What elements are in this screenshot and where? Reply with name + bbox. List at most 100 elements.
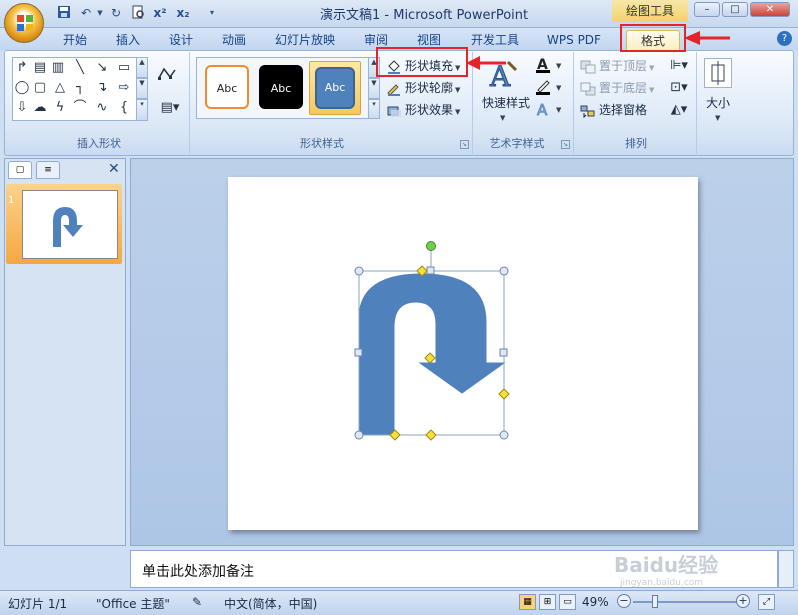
shape-vertical-textbox-icon[interactable]: ▥	[50, 60, 66, 76]
tab-developer[interactable]: 开发工具	[464, 30, 526, 50]
theme-name[interactable]: "Office 主题"	[96, 595, 170, 612]
shape-outline-button[interactable]: 形状轮廓 ▼	[386, 79, 460, 97]
style-orange-outline[interactable]: Abc	[205, 65, 249, 109]
slide[interactable]	[228, 177, 698, 530]
save-icon[interactable]	[56, 5, 72, 21]
shape-cloud-icon[interactable]: ☁	[32, 100, 48, 116]
selection-pane-label: 选择窗格	[599, 103, 648, 117]
shape-style-gallery[interactable]: Abc Abc Abc	[196, 57, 380, 119]
shape-effects-label: 形状效果	[405, 103, 454, 117]
tab-home[interactable]: 开始	[55, 30, 95, 50]
shape-arrow-line-icon[interactable]: ↘	[94, 60, 110, 76]
uturn-arrow-shape[interactable]	[228, 177, 698, 530]
slide-sorter-button[interactable]: ⊞	[539, 594, 556, 610]
tab-wps-pdf[interactable]: WPS PDF	[540, 30, 608, 50]
notes-scrollbar[interactable]	[778, 550, 794, 588]
shape-right-arrow-icon[interactable]: ⇨	[116, 80, 132, 96]
office-logo-icon	[17, 15, 33, 31]
text-effects-icon[interactable]: A ▼	[536, 100, 566, 120]
edit-shape-icon[interactable]	[156, 66, 178, 82]
tab-design[interactable]: 设计	[161, 30, 201, 50]
shape-triangle-icon[interactable]: △	[52, 80, 68, 96]
fit-to-window-icon[interactable]: ⤢	[758, 594, 775, 610]
outline-tab[interactable]: ≡	[36, 161, 60, 179]
minimize-button[interactable]: –	[694, 2, 720, 17]
style-blue-fill: Abc	[315, 67, 355, 109]
wordart-quick-styles-label[interactable]: 快速样式	[482, 94, 530, 112]
shape-curved-arrow-icon[interactable]: ↱	[14, 60, 30, 76]
tab-insert[interactable]: 插入	[108, 30, 148, 50]
language-indicator[interactable]: 中文(简体，中国)	[224, 595, 317, 612]
shapes-more[interactable]: ▾	[136, 99, 148, 121]
bring-to-front-button[interactable]: 置于顶层 ▼	[580, 57, 654, 75]
subscript-icon[interactable]: x₂	[175, 5, 191, 21]
style-blue-selected[interactable]: Abc	[309, 61, 361, 115]
shape-down-arrow-icon[interactable]: ⇩	[14, 100, 30, 116]
svg-text:jingyan.baidu.com: jingyan.baidu.com	[619, 578, 703, 588]
textbox-dropdown-icon[interactable]: ▤▾	[156, 100, 184, 116]
group-label-shape-styles: 形状样式	[300, 137, 344, 150]
text-outline-icon[interactable]: ▼	[536, 78, 566, 96]
wordart-launcher[interactable]: ↘	[561, 140, 570, 149]
close-button[interactable]: ✕	[750, 2, 790, 17]
spellcheck-icon[interactable]: ✎	[192, 595, 202, 609]
size-label[interactable]: 大小	[706, 94, 730, 112]
zoom-level[interactable]: 49%	[582, 595, 609, 609]
text-fill-icon[interactable]: A ▼	[536, 56, 566, 74]
shape-oval-icon[interactable]: ◯	[14, 80, 30, 96]
size-dropdown-icon[interactable]: ▼	[715, 114, 720, 122]
zoom-slider-thumb[interactable]	[652, 595, 658, 608]
annotation-box-format-tab	[620, 24, 686, 52]
shape-elbow-arrow-icon[interactable]: ↴	[94, 80, 110, 96]
align-icon[interactable]: ⊫▾	[666, 58, 692, 74]
style-black-fill[interactable]: Abc	[259, 65, 303, 109]
selection-pane-icon	[580, 105, 595, 118]
annotation-box-shape-fill	[376, 47, 468, 77]
office-button[interactable]	[4, 3, 44, 43]
style-scroll-down[interactable]: ▼	[368, 78, 380, 99]
notes-placeholder: 单击此处添加备注	[142, 564, 254, 580]
style-more[interactable]: ▾	[368, 99, 380, 119]
shape-textbox-icon[interactable]: ▤	[32, 60, 48, 76]
quick-styles-dropdown-icon[interactable]: ▼	[500, 114, 505, 122]
tab-slideshow[interactable]: 幻灯片放映	[270, 30, 340, 50]
redo-icon[interactable]: ↻	[108, 5, 124, 21]
send-to-back-button[interactable]: 置于底层 ▼	[580, 79, 654, 97]
slides-tab[interactable]: ▢	[8, 161, 32, 179]
zoom-in-button[interactable]: +	[736, 594, 750, 608]
shapes-scroll-up[interactable]: ▲	[136, 57, 148, 78]
print-preview-icon[interactable]	[130, 5, 146, 21]
shape-arc-icon[interactable]: ⌒	[72, 100, 88, 116]
shape-brace-icon[interactable]: {	[116, 100, 132, 116]
group-label-wordart: 艺术字样式	[489, 137, 545, 150]
slideshow-button[interactable]: ▭	[559, 594, 576, 610]
shape-elbow-connector-icon[interactable]: ┐	[72, 80, 88, 96]
shape-lightning-icon[interactable]: ϟ	[52, 100, 68, 116]
shape-rounded-rect-icon[interactable]: ▢	[32, 80, 48, 96]
slide-thumbnail[interactable]	[22, 190, 118, 259]
maximize-button[interactable]: □	[722, 2, 748, 17]
undo-dropdown-icon[interactable]: ▼	[92, 5, 108, 21]
shape-rectangle-icon[interactable]: ▭	[116, 60, 132, 76]
shape-effects-button[interactable]: 形状效果 ▼	[386, 101, 460, 119]
send-to-back-icon	[580, 82, 596, 95]
customize-icon[interactable]: ▾	[204, 5, 220, 21]
size-icon[interactable]	[704, 58, 732, 88]
superscript-icon[interactable]: x²	[152, 5, 168, 21]
selection-pane-button[interactable]: 选择窗格	[580, 101, 647, 119]
shapes-scroll-down[interactable]: ▼	[136, 78, 148, 99]
send-to-back-label: 置于底层	[599, 81, 648, 95]
shape-curve-icon[interactable]: ∿	[94, 100, 110, 116]
rotate-icon[interactable]: ◭▾	[666, 102, 692, 118]
zoom-out-button[interactable]: −	[617, 594, 631, 608]
tab-animations[interactable]: 动画	[214, 30, 254, 50]
group-objects-icon[interactable]: ⊡▾	[666, 80, 692, 96]
shape-styles-launcher[interactable]: ↘	[460, 140, 469, 149]
shape-line-icon[interactable]: ╲	[72, 60, 88, 76]
help-icon[interactable]: ?	[777, 31, 792, 46]
zoom-slider[interactable]	[633, 601, 737, 603]
group-label-arrange: 排列	[625, 137, 647, 150]
normal-view-button[interactable]: ▦	[519, 594, 536, 610]
close-pane-icon[interactable]: ✕	[108, 161, 120, 177]
svg-text:A: A	[537, 101, 548, 118]
